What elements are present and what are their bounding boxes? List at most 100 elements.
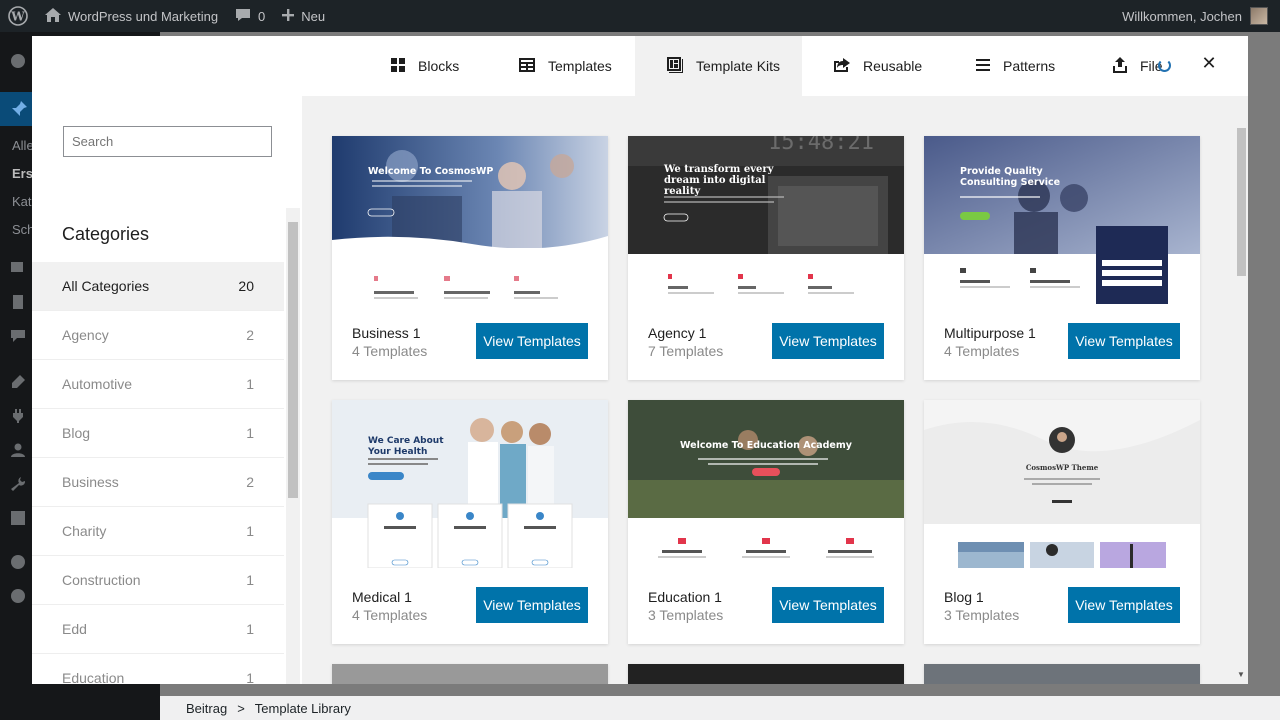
category-label: Education xyxy=(62,670,125,684)
template-kits-grid: Welcome To CosmosWP Business 1 4 Templat… xyxy=(302,96,1248,684)
kit-card-medical-1[interactable]: We Care About Your Health Medical 1 4 Te… xyxy=(332,400,608,644)
kit-template-count: 3 Templates xyxy=(944,607,1020,623)
view-templates-button[interactable]: View Templates xyxy=(1068,587,1180,623)
category-label: Construction xyxy=(62,572,141,588)
users-icon[interactable] xyxy=(10,442,26,458)
kit-preview-image[interactable]: We Care About Your Health xyxy=(332,400,608,568)
pin-icon[interactable] xyxy=(10,100,27,116)
tab-file-upload[interactable]: File xyxy=(1112,36,1163,96)
kit-preview-image[interactable]: Provide Quality Consulting Service xyxy=(924,136,1200,304)
preview-clock: 15:48:21 xyxy=(768,136,874,155)
comments-count: 0 xyxy=(258,8,266,24)
preview-title: We transform every dream into digital re… xyxy=(664,164,774,197)
loading-spinner-icon xyxy=(1158,59,1171,72)
kit-card-agency-1[interactable]: 15:48:21 We transform every dream into d… xyxy=(628,136,904,380)
category-item-education[interactable]: Education 1 xyxy=(32,654,284,684)
kit-name: Education 1 xyxy=(648,589,722,605)
category-item-agency[interactable]: Agency 2 xyxy=(32,311,284,360)
category-item-blog[interactable]: Blog 1 xyxy=(32,409,284,458)
kit-preview-image[interactable]: Welcome To CosmosWP xyxy=(332,136,608,304)
pages-icon[interactable] xyxy=(10,294,26,310)
breadcrumb-separator: > xyxy=(237,700,245,716)
kit-card-partial[interactable] xyxy=(924,664,1200,684)
category-label: Agency xyxy=(62,327,109,343)
category-item-construction[interactable]: Construction 1 xyxy=(32,556,284,605)
tab-reusable[interactable]: Reusable xyxy=(833,36,945,96)
category-count: 1 xyxy=(246,670,254,684)
view-templates-button[interactable]: View Templates xyxy=(476,323,588,359)
category-count: 20 xyxy=(238,278,254,294)
kit-template-count: 4 Templates xyxy=(352,343,428,359)
category-list: All Categories 20 Agency 2 Automotive 1 Blo… xyxy=(32,262,284,684)
new-content-link[interactable]: Neu xyxy=(273,0,333,32)
category-label: Charity xyxy=(62,523,107,539)
collapse-menu-icon[interactable] xyxy=(10,588,26,604)
scrollbar-thumb[interactable] xyxy=(288,222,298,498)
categories-title: Categories xyxy=(62,224,150,244)
admin-bar: W WordPress und Marketing 0 Neu Willkomm… xyxy=(0,0,1280,32)
kit-card-blog-1[interactable]: CosmosWP Theme Blog 1 3 Templates View T… xyxy=(924,400,1200,644)
site-name-link[interactable]: WordPress und Marketing xyxy=(36,0,226,32)
breadcrumb-item[interactable]: Beitrag xyxy=(186,701,227,716)
breadcrumb-item[interactable]: Template Library xyxy=(255,701,351,716)
wordpress-logo-icon[interactable]: W xyxy=(0,0,36,32)
tab-label: Blocks xyxy=(418,58,460,74)
close-icon[interactable]: ✕ xyxy=(1198,52,1220,74)
category-count: 1 xyxy=(246,523,254,539)
preview-title: We Care About Your Health xyxy=(368,436,444,457)
kit-preview-image[interactable]: 15:48:21 We transform every dream into d… xyxy=(628,136,904,304)
view-templates-button[interactable]: View Templates xyxy=(476,587,588,623)
category-item-charity[interactable]: Charity 1 xyxy=(32,507,284,556)
scrollbar-thumb[interactable] xyxy=(1237,128,1246,276)
kit-preview-image[interactable]: Welcome To Education Academy xyxy=(628,400,904,568)
scroll-down-arrow-icon[interactable]: ▼ xyxy=(1237,670,1245,679)
plus-icon xyxy=(281,8,295,25)
view-templates-button[interactable]: View Templates xyxy=(772,323,884,359)
category-item-all[interactable]: All Categories 20 xyxy=(32,262,284,311)
plugin-g-icon[interactable] xyxy=(10,554,26,570)
plugins-icon[interactable] xyxy=(10,408,26,424)
kit-name: Business 1 xyxy=(352,325,421,341)
comments-link[interactable]: 0 xyxy=(226,0,273,32)
tab-label: Template Kits xyxy=(696,58,781,74)
reusable-icon xyxy=(833,57,851,76)
kit-card-multipurpose-1[interactable]: Provide Quality Consulting Service Multi… xyxy=(924,136,1200,380)
category-label: Blog xyxy=(62,425,91,441)
kit-card-education-1[interactable]: Welcome To Education Academy Education 1… xyxy=(628,400,904,644)
appearance-icon[interactable] xyxy=(10,374,26,390)
site-name: WordPress und Marketing xyxy=(68,8,219,24)
kit-card-partial[interactable] xyxy=(332,664,608,684)
tab-templates[interactable]: Templates xyxy=(518,36,648,96)
account-menu[interactable]: Willkommen, Jochen xyxy=(1122,7,1280,25)
kit-preview-image[interactable]: CosmosWP Theme xyxy=(924,400,1200,568)
comment-icon xyxy=(234,7,252,26)
breadcrumb: Beitrag > Template Library xyxy=(160,696,1280,720)
blocks-icon xyxy=(390,57,406,76)
tab-patterns[interactable]: Patterns xyxy=(975,36,1087,96)
category-count: 2 xyxy=(246,474,254,490)
tab-template-kits[interactable]: Template Kits xyxy=(635,36,802,96)
kit-card-partial[interactable] xyxy=(628,664,904,684)
search-input[interactable] xyxy=(63,126,272,157)
preview-title: Provide Quality Consulting Service xyxy=(960,166,1061,188)
view-templates-button[interactable]: View Templates xyxy=(1068,323,1180,359)
media-icon[interactable] xyxy=(10,260,26,276)
grid-scrollbar[interactable]: ▼ xyxy=(1234,122,1248,684)
category-item-edd[interactable]: Edd 1 xyxy=(32,605,284,654)
avatar xyxy=(1250,7,1268,25)
category-item-automotive[interactable]: Automotive 1 xyxy=(32,360,284,409)
template-kits-icon xyxy=(666,56,684,77)
settings-icon[interactable] xyxy=(10,510,26,526)
kit-card-business-1[interactable]: Welcome To CosmosWP Business 1 4 Templat… xyxy=(332,136,608,380)
category-item-business[interactable]: Business 2 xyxy=(32,458,284,507)
category-label: All Categories xyxy=(62,278,150,294)
tools-icon[interactable] xyxy=(10,476,26,492)
comments-menu-icon[interactable] xyxy=(10,328,26,344)
dashboard-icon[interactable] xyxy=(10,52,26,68)
categories-scrollbar[interactable] xyxy=(286,208,300,684)
category-count: 1 xyxy=(246,621,254,637)
view-templates-button[interactable]: View Templates xyxy=(772,587,884,623)
wp-sub-item[interactable]: Alle xyxy=(12,138,34,153)
tab-blocks[interactable]: Blocks xyxy=(390,36,488,96)
templates-icon xyxy=(518,57,536,76)
